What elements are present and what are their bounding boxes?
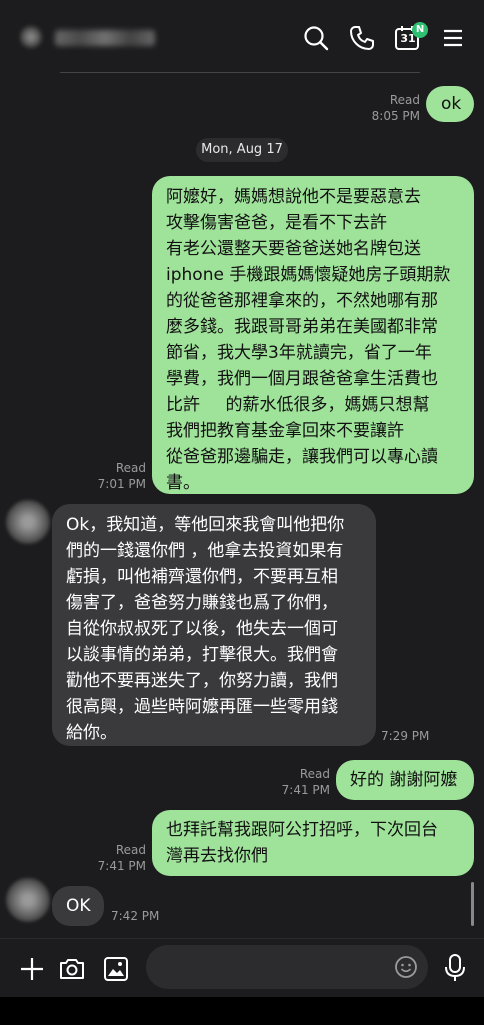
search-icon[interactable]	[302, 24, 330, 52]
sender-avatar[interactable]	[6, 500, 50, 544]
scrollbar[interactable]	[471, 882, 474, 926]
phone-icon[interactable]	[348, 24, 376, 52]
chat-area[interactable]: Read 8:05 PM ok Mon, Aug 17 Read 7:01 PM 阿…	[0, 72, 484, 938]
calendar-badge: N	[412, 22, 428, 38]
back-blurred-icon[interactable]	[20, 26, 42, 48]
message-bubble-incoming[interactable]: OK	[52, 886, 104, 926]
emoji-icon[interactable]	[394, 955, 418, 979]
message-bubble-outgoing[interactable]: 也拜託幫我跟阿公打招呼，下次回台 灣再去找你們	[152, 810, 474, 876]
message-meta: Read 7:01 PM	[97, 461, 146, 491]
message-input[interactable]	[146, 945, 428, 989]
sender-avatar[interactable]	[6, 878, 50, 922]
message-meta: Read 7:41 PM	[97, 843, 146, 873]
message-meta: Read 7:41 PM	[281, 767, 330, 797]
menu-icon[interactable]	[440, 24, 468, 52]
composer-bar	[0, 938, 484, 1025]
chat-header: 31 N	[0, 0, 484, 72]
message-meta: Read 8:05 PM	[371, 93, 420, 123]
mic-icon[interactable]	[442, 953, 468, 983]
plus-icon[interactable]	[18, 955, 46, 983]
message-bubble-outgoing[interactable]: 好的 謝謝阿嬤	[336, 760, 474, 800]
message-time: 7:42 PM	[111, 909, 160, 923]
message-bubble-incoming[interactable]: Ok，我知道，等他回來我會叫他把你 們的一錢還你們 ，他拿去投資如果有 虧損，叫…	[52, 504, 376, 746]
message-bubble-outgoing[interactable]: ok	[426, 86, 474, 122]
message-bubble-outgoing[interactable]: 阿嬤好，媽媽想說他不是要惡意去 攻擊傷害爸爸，是看不下去許 有老公還整天要爸爸送…	[152, 176, 474, 494]
divider	[60, 72, 420, 73]
image-icon[interactable]	[102, 955, 130, 983]
date-separator: Mon, Aug 17	[196, 138, 288, 162]
camera-icon[interactable]	[58, 955, 86, 983]
contact-name-blurred[interactable]	[55, 30, 155, 46]
system-nav-bar	[0, 997, 484, 1025]
message-time: 7:29 PM	[381, 729, 430, 743]
